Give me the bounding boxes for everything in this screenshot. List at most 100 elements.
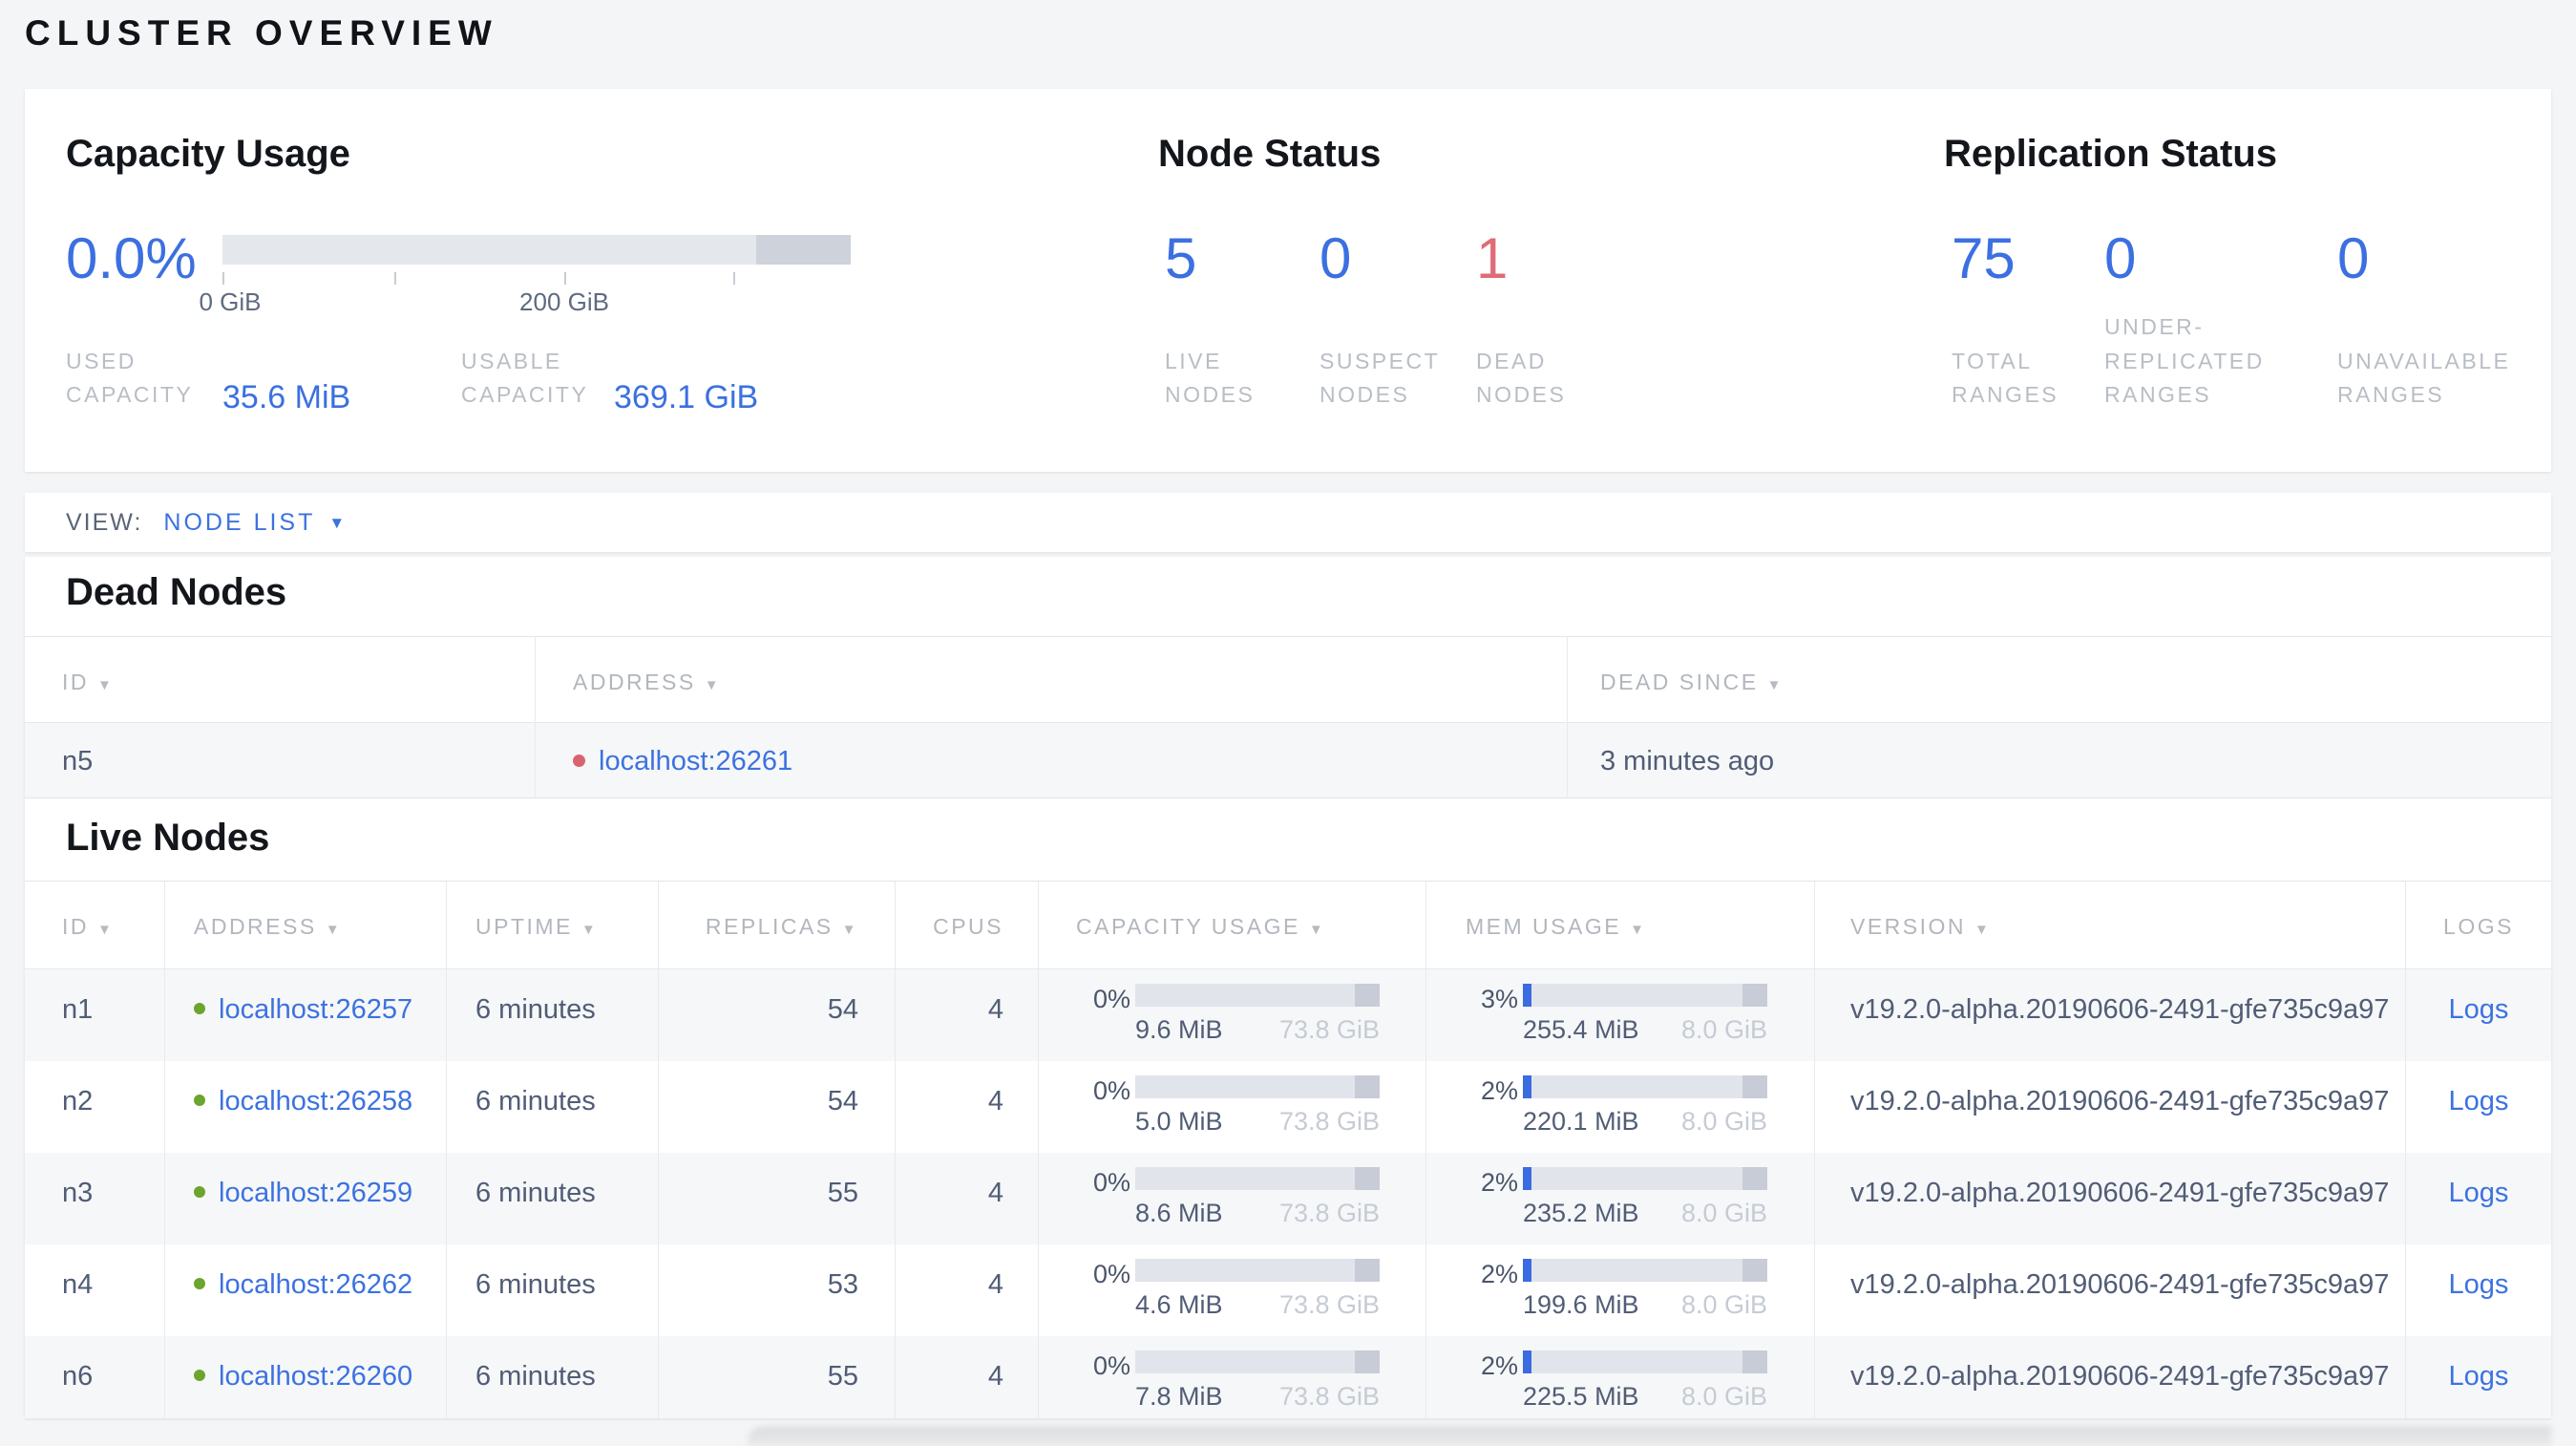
- capacity-usage-labels: 4.6 MiB 73.8 GiB: [1135, 1290, 1380, 1320]
- node-address-link[interactable]: localhost:26257: [219, 994, 412, 1025]
- cpus-cell: 4: [895, 1244, 1038, 1336]
- replicas-cell: 54: [658, 969, 895, 1061]
- mem-usage-percent: 2%: [1480, 1260, 1518, 1288]
- used-capacity-label: USED CAPACITY: [66, 348, 194, 408]
- node-address-cell: localhost:26258: [164, 1061, 446, 1153]
- mem-usage-bar-end-segment: [1742, 984, 1767, 1007]
- capacity-usage-used-value: 5.0 MiB: [1135, 1107, 1223, 1136]
- column-header-mem-usage[interactable]: MEM USAGE ▼: [1425, 882, 1814, 968]
- mem-usage-cell: 2% 220.1 MiB 8.0 GiB: [1425, 1061, 1814, 1153]
- node-address-link[interactable]: localhost:26258: [219, 1086, 412, 1116]
- capacity-usage-bar-end-segment: [1355, 1167, 1380, 1190]
- node-status-title: Node Status: [1158, 133, 1382, 175]
- summary-card: Capacity Usage 0.0% 0 GiB 200 GiB USED C…: [25, 89, 2551, 472]
- capacity-usage-bar-wrap: 9.6 MiB 73.8 GiB: [1135, 984, 1380, 1061]
- node-address-cell: localhost:26257: [164, 969, 446, 1061]
- view-label: VIEW:: [66, 508, 143, 536]
- dead-nodes-title: Dead Nodes: [66, 571, 287, 613]
- logs-link[interactable]: Logs: [2449, 994, 2509, 1025]
- capacity-usage-bar-end-segment: [1355, 984, 1380, 1007]
- node-address-link[interactable]: localhost:26261: [599, 746, 792, 776]
- replicas-cell: 53: [658, 1244, 895, 1336]
- node-address-link[interactable]: localhost:26259: [219, 1178, 412, 1208]
- view-selector-dropdown[interactable]: NODE LIST ▼: [163, 509, 345, 537]
- column-header-dead-since[interactable]: DEAD SINCE ▼: [1567, 637, 2551, 722]
- column-header-label: MEM USAGE: [1466, 914, 1622, 939]
- mem-usage-max-value: 8.0 GiB: [1680, 1199, 1767, 1227]
- uptime-cell: 6 minutes: [446, 1153, 658, 1244]
- column-header-label: UPTIME: [475, 914, 573, 939]
- mem-usage-bar-fill: [1523, 1259, 1531, 1282]
- logs-cell: Logs: [2405, 1336, 2551, 1418]
- capacity-usage-cell: 0% 8.6 MiB 73.8 GiB: [1038, 1153, 1425, 1244]
- column-header-id[interactable]: ID ▼: [25, 882, 164, 968]
- replication-status-title: Replication Status: [1944, 133, 2277, 175]
- capacity-usage-cell: 0% 7.8 MiB 73.8 GiB: [1038, 1336, 1425, 1418]
- mem-usage-used-value: 225.5 MiB: [1523, 1382, 1639, 1411]
- mem-usage-used-value: 199.6 MiB: [1523, 1290, 1639, 1319]
- capacity-usage-labels: 9.6 MiB 73.8 GiB: [1135, 1015, 1380, 1045]
- logs-link[interactable]: Logs: [2449, 1361, 2509, 1392]
- live-nodes-body: n1 localhost:26257 6 minutes 54 4 0% 9.6 MiB 73…: [25, 969, 2551, 1418]
- column-header-label: ADDRESS: [573, 670, 696, 694]
- capacity-usage-used-value: 8.6 MiB: [1135, 1199, 1223, 1227]
- column-header-version[interactable]: VERSION ▼: [1814, 882, 2405, 968]
- live-nodes-header-row: ID ▼ ADDRESS ▼ UPTIME ▼ REPLICAS ▼ CPUS CAPACITY …: [25, 881, 2551, 969]
- mem-usage-bar: [1523, 1167, 1767, 1190]
- capacity-usage-bar-wrap: 5.0 MiB 73.8 GiB: [1135, 1075, 1380, 1153]
- mem-usage-used-value: 235.2 MiB: [1523, 1199, 1639, 1227]
- page-title: CLUSTER OVERVIEW: [25, 13, 498, 53]
- version-cell: v19.2.0-alpha.20190606-2491-gfe735c9a97: [1814, 1244, 2405, 1336]
- usable-capacity-value: 369.1 GiB: [614, 379, 759, 415]
- live-status-dot: [194, 1095, 205, 1107]
- live-status-dot: [194, 1186, 205, 1199]
- mem-usage-max-value: 8.0 GiB: [1680, 1107, 1767, 1136]
- live-status-dot: [194, 1370, 205, 1382]
- column-header-label: ADDRESS: [194, 914, 317, 939]
- capacity-usage-bar: [1135, 1259, 1380, 1282]
- live-status-dot: [194, 1003, 205, 1015]
- node-id-cell: n6: [25, 1336, 164, 1418]
- logs-link[interactable]: Logs: [2449, 1178, 2509, 1208]
- mem-usage-bar: [1523, 1350, 1767, 1373]
- capacity-usage-bar-end-segment: [1355, 1350, 1380, 1373]
- node-address-cell: localhost:26260: [164, 1336, 446, 1418]
- column-header-capacity-usage[interactable]: CAPACITY USAGE ▼: [1038, 882, 1425, 968]
- capacity-usage-bar-wrap: 4.6 MiB 73.8 GiB: [1135, 1259, 1380, 1336]
- mem-usage-bar-fill: [1523, 1350, 1531, 1373]
- stat-label-unavailable-ranges: UNAVAILABLE RANGES: [2337, 348, 2511, 408]
- logs-link[interactable]: Logs: [2449, 1269, 2509, 1300]
- uptime-cell: 6 minutes: [446, 1336, 658, 1418]
- column-header-replicas[interactable]: REPLICAS ▼: [658, 882, 895, 968]
- gauge-tick: [394, 272, 396, 285]
- column-header-address[interactable]: ADDRESS ▼: [164, 882, 446, 968]
- capacity-usage-percent: 0%: [1092, 1351, 1130, 1380]
- stat-value-unavailable-ranges: 0: [2337, 226, 2370, 290]
- node-address-link[interactable]: localhost:26260: [219, 1361, 412, 1392]
- capacity-gauge-bar: [222, 235, 851, 265]
- node-address-link[interactable]: localhost:26262: [219, 1269, 412, 1300]
- mem-usage-percent: 3%: [1480, 985, 1518, 1013]
- mem-usage-bar-wrap: 199.6 MiB 8.0 GiB: [1523, 1259, 1767, 1336]
- capacity-usage-cell: 0% 9.6 MiB 73.8 GiB: [1038, 969, 1425, 1061]
- capacity-usage-bar: [1135, 1350, 1380, 1373]
- capacity-usage-percent: 0%: [1092, 985, 1130, 1013]
- column-header-uptime[interactable]: UPTIME ▼: [446, 882, 658, 968]
- column-header-address[interactable]: ADDRESS ▼: [535, 637, 1567, 722]
- mem-usage-labels: 225.5 MiB 8.0 GiB: [1523, 1382, 1767, 1412]
- capacity-percent: 0.0%: [66, 226, 197, 290]
- capacity-usage-labels: 7.8 MiB 73.8 GiB: [1135, 1382, 1380, 1412]
- sort-arrow-icon: ▼: [97, 677, 115, 693]
- capacity-usage-bar-end-segment: [1355, 1259, 1380, 1282]
- capacity-usage-bar: [1135, 1167, 1380, 1190]
- capacity-usage-title: Capacity Usage: [66, 133, 350, 175]
- stat-value-suspect-nodes: 0: [1320, 226, 1352, 290]
- logs-link[interactable]: Logs: [2449, 1086, 2509, 1116]
- node-id-cell: n3: [25, 1153, 164, 1244]
- node-id-cell: n2: [62, 1086, 94, 1116]
- column-header-label: REPLICAS: [705, 914, 834, 939]
- capacity-usage-bar: [1135, 1075, 1380, 1098]
- mem-usage-max-value: 8.0 GiB: [1680, 1382, 1767, 1411]
- column-header-id[interactable]: ID ▼: [25, 637, 535, 722]
- capacity-usage-labels: 8.6 MiB 73.8 GiB: [1135, 1199, 1380, 1228]
